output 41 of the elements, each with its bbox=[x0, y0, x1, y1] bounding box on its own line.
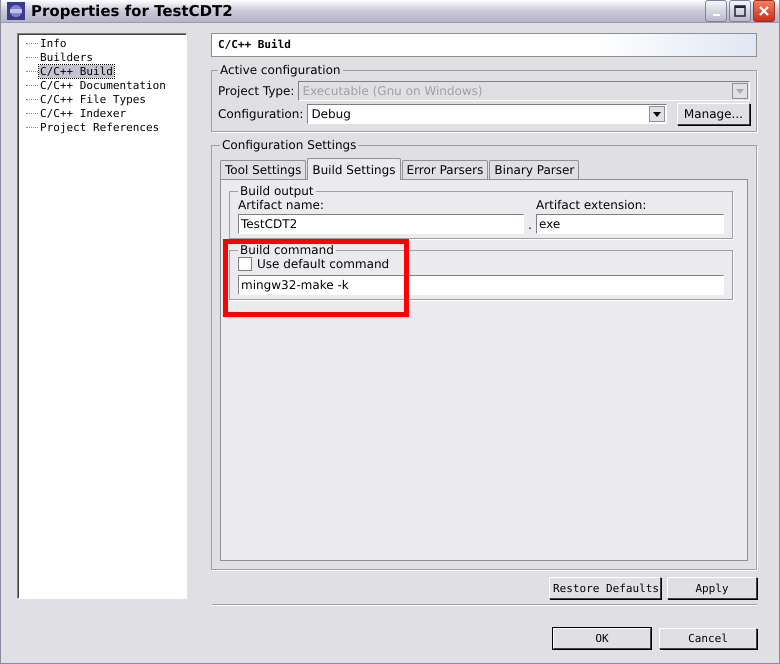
page-title: C/C++ Build bbox=[211, 33, 757, 57]
tree-item[interactable]: Builders bbox=[39, 50, 94, 64]
extension-separator: . bbox=[528, 218, 532, 234]
minimize-icon bbox=[712, 14, 720, 16]
window-title: Properties for TestCDT2 bbox=[31, 2, 234, 20]
group-title: Build output bbox=[239, 184, 315, 198]
tree-item[interactable]: C/C++ Documentation bbox=[39, 78, 167, 92]
field-label: Configuration: bbox=[218, 107, 304, 121]
group-title: Active configuration bbox=[219, 63, 342, 77]
checkbox-label: Use default command bbox=[257, 257, 390, 271]
maximize-icon bbox=[734, 5, 746, 17]
group-title: Build command bbox=[239, 243, 335, 257]
tree-item[interactable]: Project References bbox=[39, 120, 160, 134]
tree-item[interactable]: C/C++ Indexer bbox=[39, 106, 128, 120]
minimize-button[interactable] bbox=[705, 0, 727, 22]
tab[interactable]: Tool Settings bbox=[220, 160, 306, 179]
dropdown-arrow-icon bbox=[736, 88, 744, 94]
field-label: Artifact extension: bbox=[536, 198, 648, 212]
close-icon bbox=[758, 5, 770, 17]
page-button[interactable]: Restore Defaults bbox=[549, 577, 661, 599]
artifact-extension-field[interactable]: exe bbox=[536, 214, 724, 234]
manage-button[interactable]: Manage... bbox=[676, 103, 750, 125]
build-command-field[interactable]: mingw32-make -k bbox=[238, 275, 724, 295]
tab[interactable]: Build Settings bbox=[307, 158, 400, 180]
tree-item[interactable]: C/C++ File Types bbox=[39, 92, 147, 106]
tab[interactable]: Error Parsers bbox=[402, 160, 488, 179]
field-label: Project Type: bbox=[218, 84, 294, 98]
checkbox[interactable] bbox=[238, 257, 252, 271]
tree-item[interactable]: C/C++ Build bbox=[39, 64, 114, 78]
close-button[interactable] bbox=[753, 0, 775, 22]
dialog-button[interactable]: Cancel bbox=[659, 628, 757, 649]
maximize-button[interactable] bbox=[729, 0, 751, 22]
field-label: Artifact name: bbox=[238, 198, 325, 212]
artifact-name-field[interactable]: TestCDT2 bbox=[238, 214, 524, 234]
dropdown-arrow-icon bbox=[652, 112, 661, 116]
configuration-dropdown[interactable]: Debug bbox=[307, 104, 667, 124]
tree-item[interactable]: Info bbox=[39, 36, 68, 50]
tab[interactable]: Binary Parser bbox=[489, 160, 580, 179]
page-button[interactable]: Apply bbox=[667, 577, 757, 599]
dialog-button[interactable]: OK bbox=[553, 628, 651, 649]
group-title: Configuration Settings bbox=[221, 138, 358, 152]
